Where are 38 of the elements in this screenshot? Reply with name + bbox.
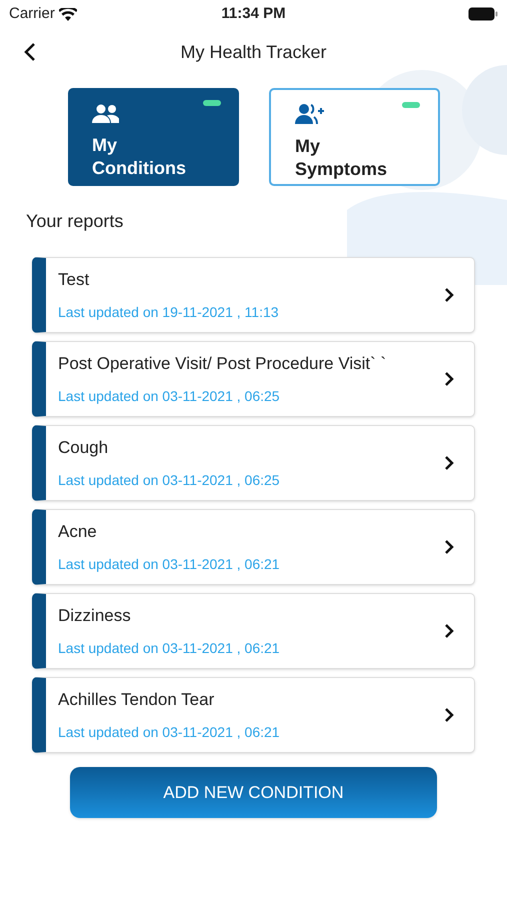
report-title: Test [58,268,90,291]
battery-icon [468,7,498,21]
status-time: 11:34 PM [221,4,286,24]
chevron-right-icon [444,707,454,723]
report-card[interactable]: Test Last updated on 19-11-2021 , 11:13 [32,257,475,333]
chevron-right-icon [444,455,454,471]
report-updated: Last updated on 03-11-2021 , 06:25 [58,387,281,406]
chevron-right-icon [444,539,454,555]
carrier-label: Carrier [9,4,55,24]
report-card[interactable]: Post Operative Visit/ Post Procedure Visit` ` Last updated on 03-11-2021 , 06:25 [32,341,475,417]
report-updated: Last updated on 03-11-2021 , 06:21 [58,723,281,742]
report-updated: Last updated on 03-11-2021 , 06:21 [58,639,281,658]
report-updated: Last updated on 19-11-2021 , 11:13 [58,303,280,322]
report-title: Dizziness [58,604,132,627]
report-card[interactable]: Cough Last updated on 03-11-2021 , 06:25 [32,425,475,501]
category-tab[interactable]: My Conditions [68,88,239,186]
tab-indicator [203,100,221,106]
people-icon [92,104,120,124]
report-title: Cough [58,436,110,459]
section-title: Your reports [26,210,124,233]
chevron-right-icon [444,623,454,639]
report-card[interactable]: Achilles Tendon Tear Last updated on 03-11-2021 , 06:21 [32,677,475,753]
chevron-right-icon [444,287,454,303]
chevron-left-icon [24,42,36,62]
page-title: My Health Tracker [180,40,327,64]
category-tab[interactable]: My Symptoms [269,88,440,186]
report-title: Acne [58,520,98,543]
report-card[interactable]: Dizziness Last updated on 03-11-2021 , 06:21 [32,593,475,669]
report-title: Achilles Tendon Tear [58,688,216,711]
wifi-icon [58,8,77,20]
chevron-right-icon [444,371,454,387]
report-card[interactable]: Acne Last updated on 03-11-2021 , 06:21 [32,509,475,585]
add-person-icon [295,103,325,125]
report-updated: Last updated on 03-11-2021 , 06:25 [58,471,281,490]
add-condition-button[interactable]: ADD NEW CONDITION [70,767,437,818]
report-updated: Last updated on 03-11-2021 , 06:21 [58,555,281,574]
report-title: Post Operative Visit/ Post Procedure Visit` ` [58,352,388,375]
tab-indicator [402,102,420,108]
